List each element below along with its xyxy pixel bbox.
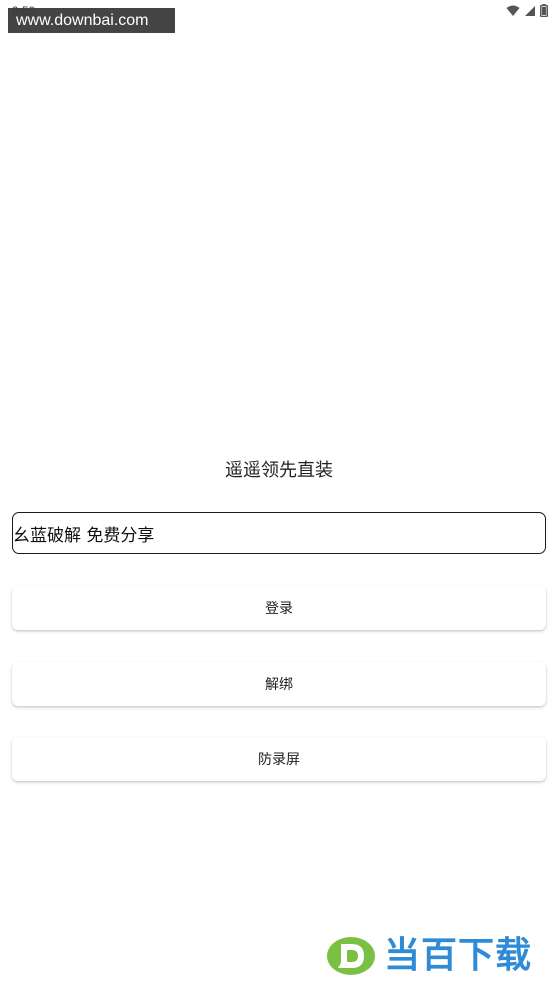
brand-logo: 当百下载 xyxy=(326,934,548,978)
card-key-input[interactable]: 幺蓝破解 免费分享 xyxy=(12,512,546,554)
anti-screen-record-button[interactable]: 防录屏 xyxy=(12,737,546,781)
page-title: 遥遥领先直装 xyxy=(225,460,333,481)
card-key-value: 幺蓝破解 免费分享 xyxy=(13,525,155,546)
wifi-icon xyxy=(506,5,520,16)
status-icons xyxy=(506,4,548,17)
login-button[interactable]: 登录 xyxy=(12,586,546,630)
brand-text: 当百下载 xyxy=(384,935,533,976)
brand-d-icon xyxy=(327,937,375,975)
battery-icon xyxy=(540,4,548,17)
watermark-banner: www.downbai.com xyxy=(8,8,175,33)
signal-icon xyxy=(525,5,535,16)
unbind-button[interactable]: 解绑 xyxy=(12,662,546,706)
